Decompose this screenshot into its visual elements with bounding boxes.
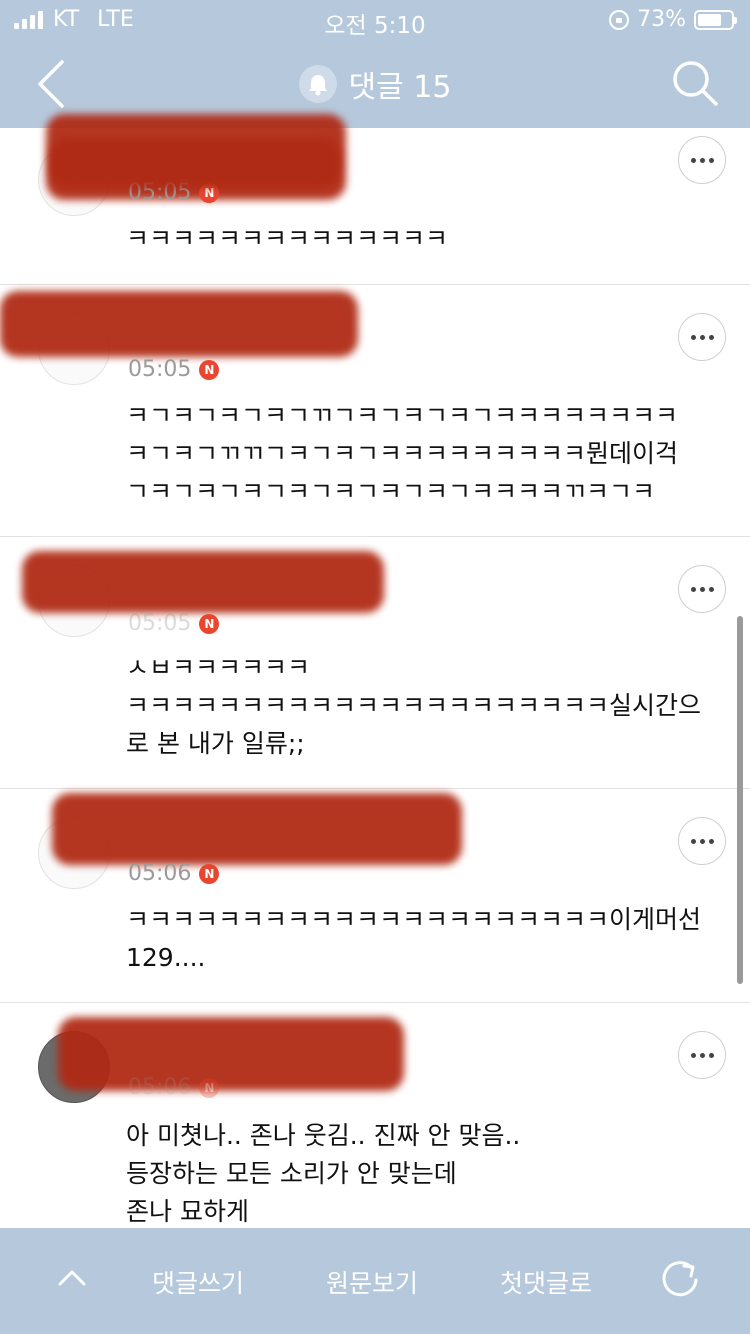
- scrollbar[interactable]: [737, 616, 743, 984]
- first-comment-button[interactable]: 첫댓글로: [500, 1264, 592, 1300]
- comment-item: 05:05 N ㅋㅋㅋㅋㅋㅋㅋㅋㅋㅋㅋㅋㅋㅋ: [0, 114, 750, 285]
- refresh-icon: [662, 1261, 698, 1297]
- new-badge: N: [199, 613, 220, 634]
- chevron-up-icon: [58, 1270, 86, 1286]
- comment-item: 05:05 N ㅅㅂㅋㅋㅋㅋㅋㅋ ㅋㅋㅋㅋㅋㅋㅋㅋㅋㅋㅋㅋㅋㅋㅋㅋㅋㅋㅋㅋㅋ실시…: [0, 537, 750, 789]
- comment-time-text: 05:06: [128, 1075, 192, 1100]
- page-title: 댓글 15: [348, 70, 452, 105]
- comment-time-text: 05:05: [128, 611, 192, 636]
- search-icon: [673, 61, 718, 106]
- comment-time-text: 05:06: [128, 861, 192, 886]
- bottom-toolbar: 댓글쓰기 원문보기 첫댓글로: [0, 1228, 750, 1334]
- comment-text: ㅋㄱㅋㄱㅋㄱㅋㄱㄲㄱㅋㄱㅋㄱㅋㄱㅋㅋㅋㅋㅋㅋㅋㅋ ㅋㄱㅋㄱㄲㄲㄱㅋㄱㅋㄱㅋㅋㅋㅋ…: [126, 401, 679, 506]
- more-button[interactable]: [678, 136, 726, 184]
- new-badge: N: [199, 1077, 220, 1098]
- comment-item: 05:06 N 아 미쳣나.. 존나 웃김.. 진짜 안 맞음.. 등장하는 모…: [0, 1003, 750, 1228]
- comment-item: 05:06 N ㅋㅋㅋㅋㅋㅋㅋㅋㅋㅋㅋㅋㅋㅋㅋㅋㅋㅋㅋㅋㅋ이게머선 129...…: [0, 789, 750, 1003]
- comment-text: 아 미쳣나.. 존나 웃김.. 진짜 안 맞음.. 등장하는 모든 소리가 안 …: [126, 1121, 521, 1226]
- comment-time-text: 05:05: [128, 357, 192, 382]
- scroll-top-button[interactable]: [56, 1262, 88, 1294]
- comment-text: ㅋㅋㅋㅋㅋㅋㅋㅋㅋㅋㅋㅋㅋㅋ: [126, 224, 449, 253]
- new-badge: N: [199, 863, 220, 884]
- more-button[interactable]: [678, 313, 726, 361]
- refresh-button[interactable]: [658, 1258, 702, 1302]
- more-button[interactable]: [678, 565, 726, 613]
- rotation-lock-icon: [609, 9, 630, 30]
- comment-time: 05:05 N: [128, 357, 220, 382]
- top-bar: KT LTE 오전 5:10 73% 댓글 15: [0, 0, 750, 128]
- battery-icon: [694, 9, 737, 30]
- new-badge: N: [199, 359, 220, 380]
- status-bar: KT LTE 오전 5:10 73%: [0, 0, 750, 40]
- comment-time: 05:06 N: [128, 1075, 220, 1100]
- battery-percent: 73%: [637, 7, 686, 32]
- comment-time: 05:05 N: [128, 611, 220, 636]
- redaction-mark: [50, 138, 340, 188]
- comment-text: ㅅㅂㅋㅋㅋㅋㅋㅋ ㅋㅋㅋㅋㅋㅋㅋㅋㅋㅋㅋㅋㅋㅋㅋㅋㅋㅋㅋㅋㅋ실시간으 로 본 내…: [126, 653, 702, 758]
- comment-text: ㅋㅋㅋㅋㅋㅋㅋㅋㅋㅋㅋㅋㅋㅋㅋㅋㅋㅋㅋㅋㅋ이게머선 129....: [126, 905, 702, 972]
- redaction-mark: [22, 551, 384, 613]
- search-button[interactable]: [670, 58, 720, 108]
- redaction-mark: [0, 291, 358, 357]
- redaction-mark: [58, 1017, 404, 1091]
- comment-item: 05:05 N ㅋㄱㅋㄱㅋㄱㅋㄱㄲㄱㅋㄱㅋㄱㅋㄱㅋㅋㅋㅋㅋㅋㅋㅋ ㅋㄱㅋㄱㄲㄲㄱ…: [0, 285, 750, 537]
- bell-icon[interactable]: [298, 65, 337, 103]
- comment-time: 05:06 N: [128, 861, 220, 886]
- view-original-button[interactable]: 원문보기: [326, 1264, 418, 1300]
- write-comment-button[interactable]: 댓글쓰기: [152, 1264, 244, 1300]
- more-button[interactable]: [678, 817, 726, 865]
- more-button[interactable]: [678, 1031, 726, 1079]
- redaction-mark: [52, 793, 462, 865]
